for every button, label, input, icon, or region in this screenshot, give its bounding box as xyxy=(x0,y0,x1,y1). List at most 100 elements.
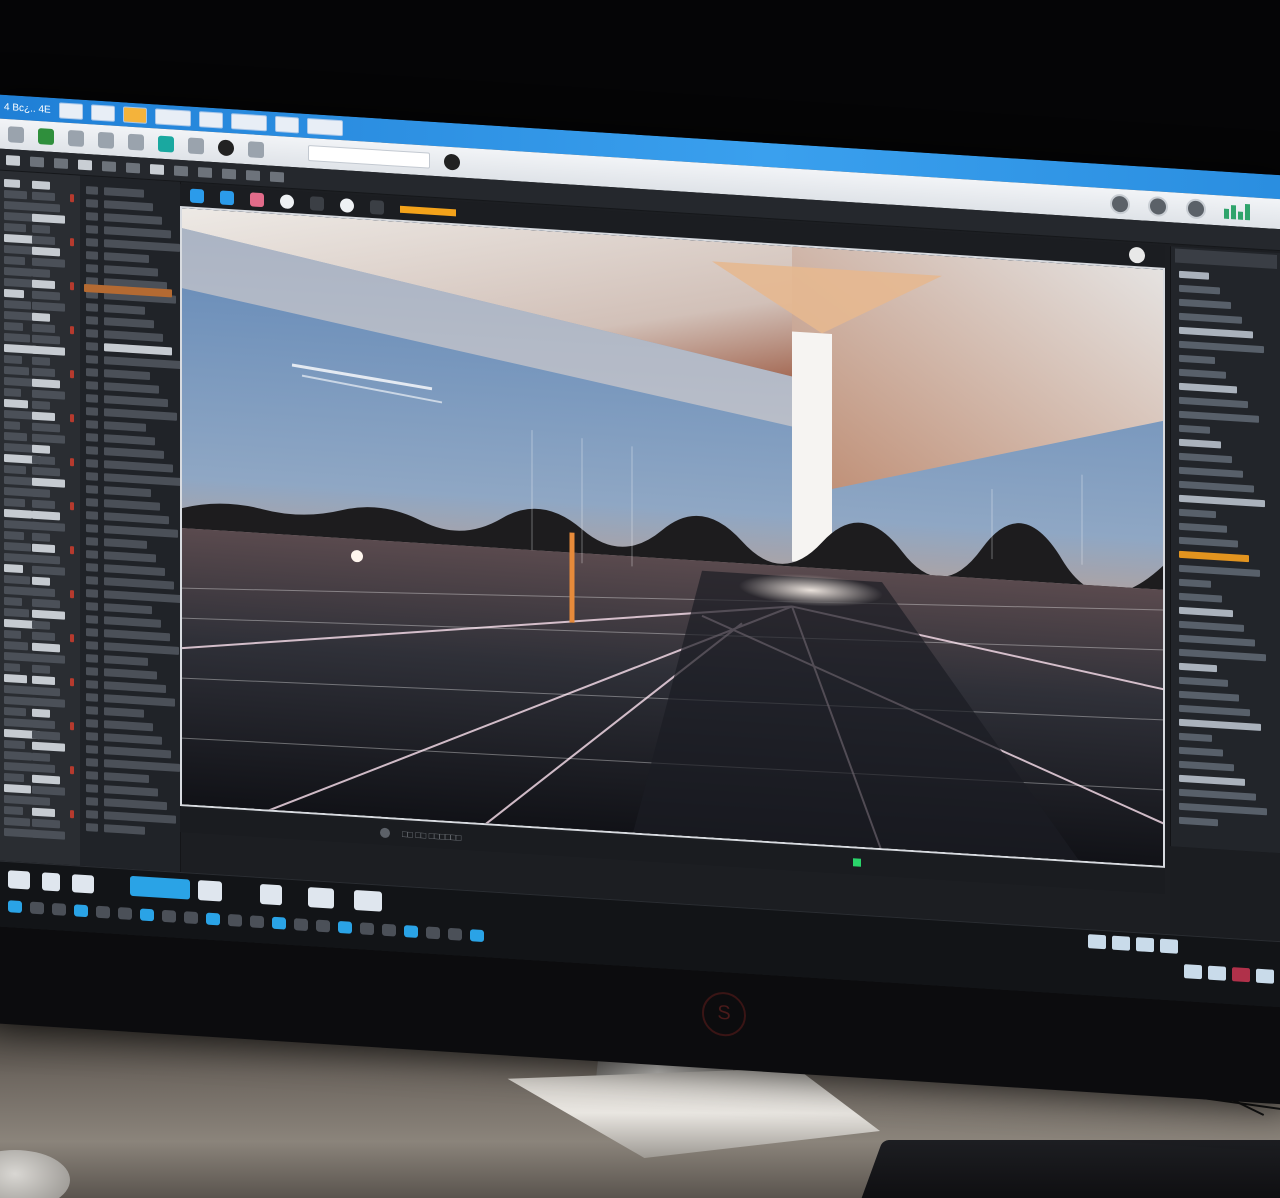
outliner-row[interactable] xyxy=(4,541,31,552)
outliner-row[interactable] xyxy=(32,356,50,366)
property-row[interactable] xyxy=(104,629,170,642)
property-icon[interactable] xyxy=(86,797,98,806)
taskbar-app-button[interactable] xyxy=(72,874,94,894)
property-row[interactable] xyxy=(104,473,182,487)
outliner-row[interactable] xyxy=(4,321,23,332)
outliner-row[interactable] xyxy=(32,521,65,532)
property-icon[interactable] xyxy=(86,459,98,468)
attribute-row[interactable] xyxy=(1179,578,1211,588)
outliner-row[interactable] xyxy=(4,563,23,574)
globe-icon[interactable] xyxy=(158,135,174,153)
property-row[interactable] xyxy=(104,616,161,628)
property-icon[interactable] xyxy=(86,485,98,494)
folder-icon[interactable] xyxy=(122,106,147,124)
attribute-row[interactable] xyxy=(1179,746,1223,757)
property-row[interactable] xyxy=(104,668,157,680)
tray-icon[interactable] xyxy=(1160,938,1178,954)
taskbar-app-button[interactable] xyxy=(42,872,60,892)
outliner-row[interactable] xyxy=(32,510,60,521)
status-marker-icon[interactable] xyxy=(70,634,74,643)
outliner-row[interactable] xyxy=(4,508,32,519)
quick-access-tile[interactable] xyxy=(90,104,115,122)
outliner-row[interactable] xyxy=(32,785,65,796)
taskbar-small-icon[interactable] xyxy=(338,920,352,934)
outliner-row[interactable] xyxy=(32,477,65,488)
taskbar-app-button[interactable] xyxy=(8,870,30,890)
property-icon[interactable] xyxy=(86,602,98,611)
property-icon[interactable] xyxy=(86,355,98,364)
property-icon[interactable] xyxy=(86,212,98,221)
taskbar-small-icon[interactable] xyxy=(360,922,374,936)
property-row[interactable] xyxy=(104,434,155,446)
property-row[interactable] xyxy=(104,785,158,797)
outliner-row[interactable] xyxy=(32,422,60,433)
attribute-row[interactable] xyxy=(1179,662,1217,673)
outliner-row[interactable] xyxy=(32,653,65,664)
property-row[interactable] xyxy=(104,200,153,212)
tool-button[interactable] xyxy=(126,162,140,173)
outliner-row[interactable] xyxy=(4,816,30,827)
taskbar-small-icon[interactable] xyxy=(448,927,462,941)
attribute-row[interactable] xyxy=(1179,354,1215,365)
quick-access-tile[interactable] xyxy=(306,117,343,137)
outliner-row[interactable] xyxy=(32,301,65,312)
outliner-row[interactable] xyxy=(32,730,60,741)
property-row[interactable] xyxy=(104,382,159,394)
status-marker-icon[interactable] xyxy=(70,546,74,555)
property-row[interactable] xyxy=(104,655,148,666)
3d-viewport[interactable] xyxy=(180,205,1165,868)
property-icon[interactable] xyxy=(86,381,98,390)
outliner-row[interactable] xyxy=(32,587,55,598)
gear-icon[interactable] xyxy=(1148,195,1168,218)
tray-icon[interactable] xyxy=(1232,967,1250,983)
property-icon[interactable] xyxy=(86,316,98,325)
taskbar-small-icon[interactable] xyxy=(52,902,66,916)
tool-button[interactable] xyxy=(222,168,236,179)
property-icon[interactable] xyxy=(86,719,98,728)
outliner-row[interactable] xyxy=(4,442,34,453)
quick-access-tile[interactable] xyxy=(230,113,267,132)
attribute-row[interactable] xyxy=(1179,312,1242,324)
tray-icon[interactable] xyxy=(1256,968,1274,984)
tool-button[interactable] xyxy=(78,159,92,170)
outliner-row[interactable] xyxy=(4,805,23,816)
outliner-row[interactable] xyxy=(4,387,21,397)
taskbar-small-icon[interactable] xyxy=(162,909,176,923)
property-icon[interactable] xyxy=(86,706,98,715)
property-icon[interactable] xyxy=(86,576,98,585)
tool-button[interactable] xyxy=(198,166,212,178)
property-row[interactable] xyxy=(104,759,180,772)
taskbar-small-icon[interactable] xyxy=(382,923,396,937)
outliner-row[interactable] xyxy=(32,829,65,840)
outliner-row[interactable] xyxy=(32,697,65,708)
tool-button[interactable] xyxy=(174,165,188,176)
outliner-row[interactable] xyxy=(32,268,50,278)
outliner-row[interactable] xyxy=(32,708,50,718)
status-marker-icon[interactable] xyxy=(70,766,74,775)
attribute-row[interactable] xyxy=(1179,452,1232,464)
property-row[interactable] xyxy=(104,330,163,342)
quick-access-tile[interactable] xyxy=(198,111,223,129)
attribute-row[interactable] xyxy=(1179,396,1248,409)
outliner-row[interactable] xyxy=(32,620,50,630)
property-icon[interactable] xyxy=(86,550,98,559)
outliner-row[interactable] xyxy=(4,332,30,343)
taskbar-app-button[interactable] xyxy=(354,889,382,912)
outliner-row[interactable] xyxy=(4,178,20,188)
tool-button[interactable] xyxy=(246,169,260,181)
property-row[interactable] xyxy=(104,499,160,511)
tray-icon[interactable] xyxy=(1184,964,1202,980)
outliner-row[interactable] xyxy=(32,763,55,774)
outliner-row[interactable] xyxy=(32,334,60,345)
property-row[interactable] xyxy=(104,707,144,718)
property-row[interactable] xyxy=(104,564,165,577)
taskbar-small-icon[interactable] xyxy=(404,925,418,938)
attribute-row[interactable] xyxy=(1179,802,1267,816)
outliner-row[interactable] xyxy=(4,640,28,651)
property-icon[interactable] xyxy=(86,680,98,689)
property-icon[interactable] xyxy=(86,537,98,546)
outliner-row[interactable] xyxy=(32,664,50,674)
tray-icon[interactable] xyxy=(1208,965,1226,981)
quick-access-tile[interactable] xyxy=(154,108,191,127)
attribute-row[interactable] xyxy=(1179,284,1220,295)
